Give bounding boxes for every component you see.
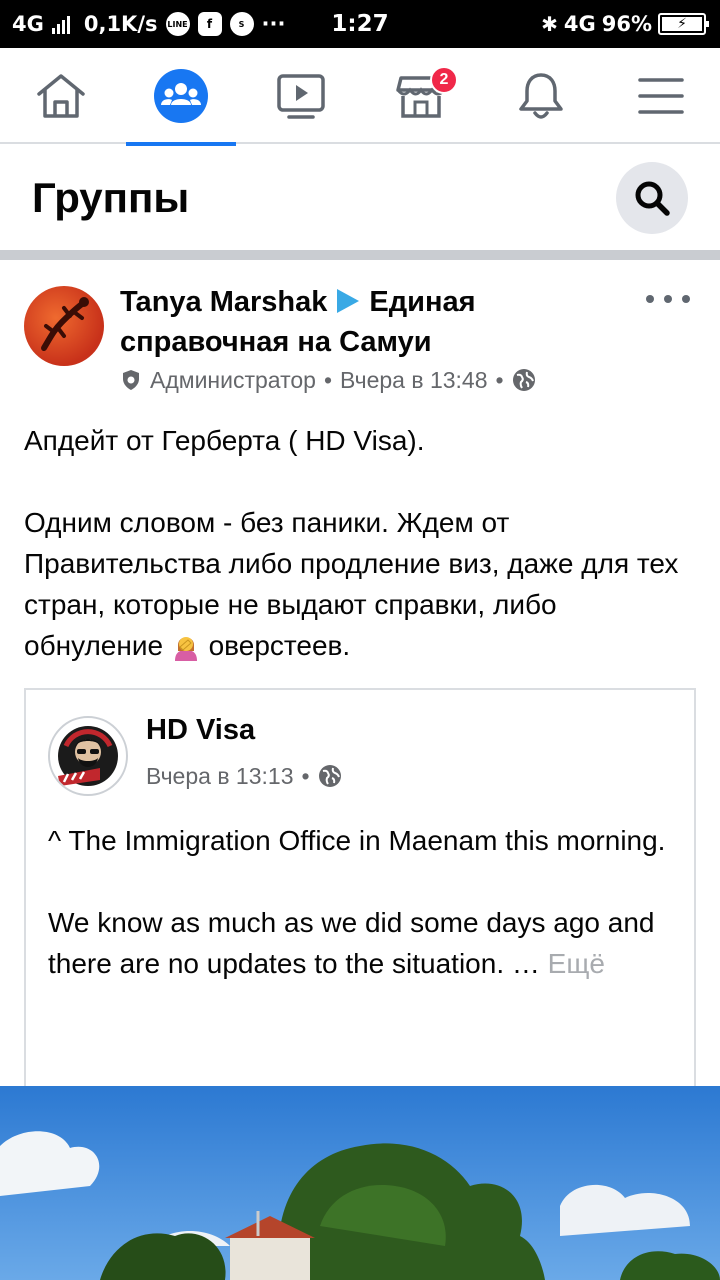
section-divider xyxy=(0,250,720,260)
shared-author-avatar[interactable] xyxy=(48,716,128,796)
shared-time[interactable]: Вчера в 13:13 xyxy=(146,763,294,790)
gecko-icon xyxy=(41,297,89,351)
shared-text-line: ^ The Immigration Office in Maenam this … xyxy=(48,825,666,856)
shared-body: ^ The Immigration Office in Maenam this … xyxy=(48,820,676,984)
search-icon xyxy=(635,181,670,216)
meta-separator: • xyxy=(495,366,504,393)
meta-separator: • xyxy=(301,762,310,789)
post-text-paragraph: Одним словом - без паники. Ждем от Прави… xyxy=(24,507,679,661)
search-button[interactable] xyxy=(616,162,688,234)
shared-meta: Вчера в 13:13 • xyxy=(146,760,342,792)
menu-icon xyxy=(638,78,684,114)
globe-icon xyxy=(318,765,341,787)
meta-separator: • xyxy=(323,366,333,393)
post-time[interactable]: Вчера в 13:48 xyxy=(340,367,488,394)
tab-groups[interactable] xyxy=(126,48,236,146)
network-label-right: 4G xyxy=(563,12,596,36)
photo-image xyxy=(0,1086,720,1280)
shared-text-paragraph: We know as much as we did some days ago … xyxy=(48,907,655,979)
globe-icon xyxy=(512,369,535,391)
battery-icon: ⚡ xyxy=(658,13,709,35)
see-more-link[interactable]: Ещё xyxy=(548,948,605,979)
tab-watch[interactable] xyxy=(246,48,356,144)
shared-post-card[interactable]: HD Visa Вчера в 13:13 • ^ The Immigratio… xyxy=(24,688,696,1098)
post-author-line: Tanya Marshak Единая справочная на Самуи xyxy=(120,282,630,362)
tab-marketplace[interactable]: 2 xyxy=(366,48,476,144)
tab-notifications[interactable] xyxy=(486,48,596,144)
bell-icon xyxy=(519,73,563,119)
post-body: Апдейт от Герберта ( HD Visa). Одним сло… xyxy=(24,420,696,666)
marketplace-badge: 2 xyxy=(430,66,458,94)
page-header: Группы xyxy=(0,146,720,250)
tab-home[interactable] xyxy=(6,48,116,144)
tab-menu[interactable] xyxy=(606,48,716,144)
top-nav: 2 xyxy=(0,48,720,146)
arrow-right-icon xyxy=(337,289,360,313)
post-text-line: Апдейт от Герберта ( HD Visa). xyxy=(24,425,425,456)
more-dots-icon xyxy=(646,295,654,303)
facepalm-emoji-icon xyxy=(174,637,197,661)
author-role: Администратор xyxy=(150,366,316,393)
post-meta: Администратор • Вчера в 13:48 • xyxy=(120,364,536,396)
admin-shield-icon xyxy=(123,370,139,390)
home-icon xyxy=(37,74,85,118)
post-more-button[interactable] xyxy=(646,284,690,314)
battery-percent: 96% xyxy=(601,12,652,36)
bluetooth-icon: ✱ xyxy=(541,12,558,36)
shared-author-name[interactable]: HD Visa xyxy=(146,714,255,747)
post-photo[interactable] xyxy=(0,1086,720,1280)
video-icon xyxy=(277,74,325,119)
status-bar: 4G 0,1K/s LINE f S ··· 1:27 ✱ 4G 96% ⚡ xyxy=(0,0,720,48)
author-name[interactable]: Tanya Marshak xyxy=(120,286,327,318)
hd-visa-logo-icon xyxy=(58,726,118,786)
author-avatar[interactable] xyxy=(24,286,104,366)
groups-icon xyxy=(154,69,208,123)
page-title: Группы xyxy=(32,174,190,221)
